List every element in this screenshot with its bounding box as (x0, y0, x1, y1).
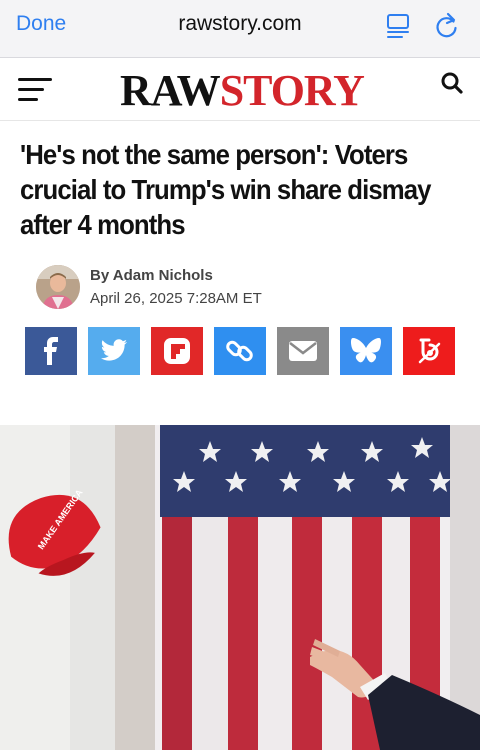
author-avatar[interactable] (36, 265, 80, 309)
article-photo[interactable]: MAKE AMERICA (0, 425, 480, 750)
search-icon[interactable] (440, 71, 464, 95)
flipboard-icon (164, 338, 190, 364)
reader-icon[interactable] (386, 13, 412, 39)
twitter-icon (101, 339, 127, 361)
publish-date: April 26, 2025 7:28AM ET (90, 290, 262, 307)
share-flipboard-button[interactable] (151, 327, 203, 375)
reload-icon[interactable] (434, 12, 460, 40)
share-bluesky-button[interactable] (340, 327, 392, 375)
logo-story: STORY (219, 66, 365, 115)
menu-icon[interactable] (18, 78, 52, 102)
author-name[interactable]: By Adam Nichols (90, 267, 213, 284)
share-twitter-button[interactable] (88, 327, 140, 375)
share-email-button[interactable] (277, 327, 329, 375)
link-icon (226, 340, 253, 362)
share-copy-link-button[interactable] (214, 327, 266, 375)
logo-raw: RAW (120, 66, 221, 115)
email-icon (289, 341, 317, 361)
site-logo[interactable]: RAWSTORY (120, 66, 365, 116)
share-facebook-button[interactable] (25, 327, 77, 375)
facebook-icon (44, 337, 58, 365)
share-other-button[interactable] (403, 327, 455, 375)
article-headline: 'He's not the same person': Voters cruci… (20, 139, 431, 240)
share-icon (418, 338, 441, 364)
bluesky-icon (351, 338, 381, 363)
browser-toolbar: Done rawstory.com (0, 0, 480, 58)
share-bar (25, 327, 457, 375)
